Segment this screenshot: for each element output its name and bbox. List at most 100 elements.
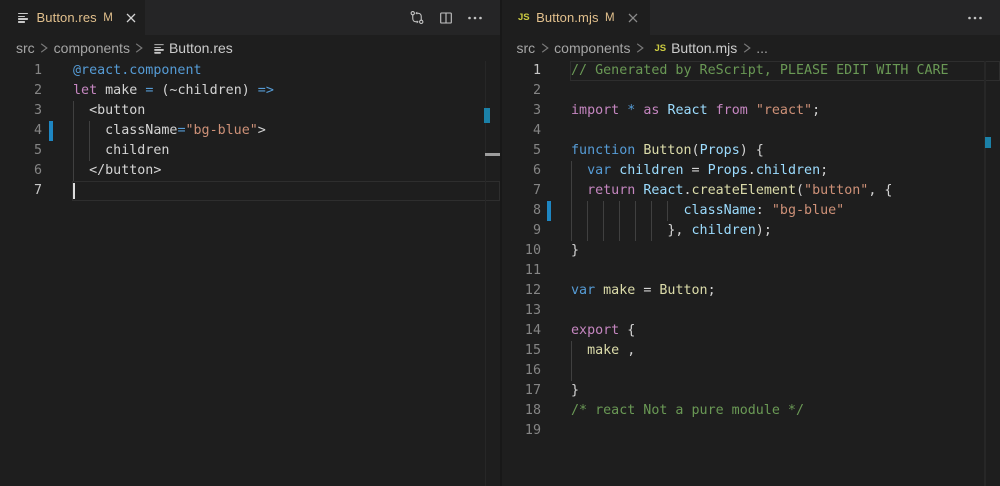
overview-modified-marker [484, 108, 490, 124]
code-line[interactable]: 3 import * as React from "react"; [501, 101, 1000, 121]
code-line[interactable]: 11 [501, 261, 1000, 281]
editor-left[interactable]: 1@react.component2let make = (~children)… [0, 61, 500, 486]
code-line[interactable]: 12var make = Button; [501, 281, 1000, 301]
js-icon: JS [654, 43, 666, 54]
breadcrumb-symbol-trail[interactable]: ... [756, 40, 768, 56]
line-number: 11 [501, 261, 541, 281]
line-number: 3 [501, 101, 541, 121]
line-number: 5 [501, 141, 541, 161]
code-line[interactable]: 5 children [0, 141, 500, 161]
line-number: 17 [501, 381, 541, 401]
line-number: 18 [501, 401, 541, 421]
code-text: children [73, 141, 169, 161]
js-icon: JS [518, 12, 530, 23]
editor-right[interactable]: 1// Generated by ReScript, PLEASE EDIT W… [501, 61, 1000, 486]
chevron-right-icon [739, 40, 755, 56]
editor-group-separator[interactable] [500, 0, 502, 486]
breadcrumbs-right: src components JS Button.mjs ... [517, 35, 768, 61]
code-text: @react.component [73, 61, 202, 81]
code-text: export { [571, 321, 635, 341]
code-text: } [571, 381, 579, 401]
line-number: 6 [501, 161, 541, 181]
more-actions-icon[interactable] [467, 10, 483, 26]
line-number: 1 [501, 61, 541, 81]
overview-modified-marker [985, 137, 991, 149]
code-line[interactable]: 2let make = (~children) => [0, 81, 500, 101]
overview-ruler[interactable] [485, 61, 487, 486]
code-text: } [571, 241, 579, 261]
code-text: let make = (~children) => [73, 81, 274, 101]
close-icon[interactable] [625, 10, 641, 26]
code-line[interactable]: 13 [501, 301, 1000, 321]
code-line[interactable]: 15 make , [501, 341, 1000, 361]
code-text: make , [571, 341, 635, 361]
code-text: <button [73, 101, 145, 121]
chevron-right-icon [131, 40, 147, 56]
breadcrumb-folder[interactable]: components [54, 40, 130, 56]
code-text: </button> [73, 161, 161, 181]
chevron-right-icon [632, 40, 648, 56]
tab-label: Button.res [37, 10, 97, 25]
code-line[interactable]: 19 [501, 421, 1000, 441]
modified-badge: M [103, 12, 113, 24]
code-text: }, children); [571, 221, 772, 241]
tab-actions-left [409, 0, 483, 35]
line-number: 10 [501, 241, 541, 261]
line-number: 19 [501, 421, 541, 441]
code-line[interactable]: 4 className="bg-blue"> [0, 121, 500, 141]
tab-button-mjs[interactable]: JS Button.mjs M [501, 0, 650, 35]
breadcrumb-file[interactable]: Button.mjs [671, 40, 737, 56]
modified-badge: M [605, 12, 615, 24]
line-number: 15 [501, 341, 541, 361]
line-number: 5 [0, 141, 42, 161]
tabbar-right: JS Button.mjs M [501, 0, 1000, 35]
code-line[interactable]: 5 function Button(Props) { [501, 141, 1000, 161]
line-number: 16 [501, 361, 541, 381]
close-icon[interactable] [123, 10, 139, 26]
editor-group-left: Button.res M [0, 0, 500, 486]
current-line-highlight [570, 61, 1000, 81]
tab-button-res[interactable]: Button.res M [0, 0, 145, 35]
code-text: import * as React from "react"; [571, 101, 820, 121]
code-line[interactable]: 2 [501, 81, 1000, 101]
breadcrumb-folder[interactable]: src [517, 40, 536, 56]
code-line[interactable]: 6 </button> [0, 161, 500, 181]
code-line[interactable]: 3 <button [0, 101, 500, 121]
overview-ruler[interactable] [984, 61, 986, 486]
code-line[interactable]: 1@react.component [0, 61, 500, 81]
line-number: 13 [501, 301, 541, 321]
line-number: 7 [501, 181, 541, 201]
breadcrumb-folder[interactable]: src [16, 40, 35, 56]
line-number: 9 [501, 221, 541, 241]
line-number: 12 [501, 281, 541, 301]
code-line[interactable]: 7 return React.createElement("button", { [501, 181, 1000, 201]
code-line[interactable]: 18 /* react Not a pure module */ [501, 401, 1000, 421]
line-number: 3 [0, 101, 42, 121]
line-number: 14 [501, 321, 541, 341]
chevron-right-icon [36, 40, 52, 56]
chevron-right-icon [537, 40, 553, 56]
code-line[interactable]: 16 [501, 361, 1000, 381]
open-changes-icon[interactable] [409, 10, 425, 26]
code-text: function Button(Props) { [571, 141, 764, 161]
tab-label: Button.mjs [536, 10, 598, 25]
code-text: return React.createElement("button", { [571, 181, 892, 201]
tabbar-left: Button.res M [0, 0, 500, 35]
breadcrumb-file[interactable]: Button.res [169, 40, 233, 56]
code-line[interactable]: 9 }, children); [501, 221, 1000, 241]
more-actions-icon[interactable] [967, 10, 983, 26]
line-number: 2 [501, 81, 541, 101]
line-number: 7 [0, 181, 42, 201]
code-line[interactable]: 17} [501, 381, 1000, 401]
code-line[interactable]: 10} [501, 241, 1000, 261]
code-line[interactable]: 8 className: "bg-blue" [501, 201, 1000, 221]
code-line[interactable]: 6 var children = Props.children; [501, 161, 1000, 181]
code-text: /* react Not a pure module */ [571, 401, 804, 421]
editor-group-right: JS Button.mjs M src components [501, 0, 1000, 486]
breadcrumb-folder[interactable]: components [554, 40, 630, 56]
split-editor-icon[interactable] [438, 10, 454, 26]
code-line[interactable]: 4 [501, 121, 1000, 141]
code-line[interactable]: 14 export { [501, 321, 1000, 341]
current-line-highlight [72, 181, 501, 201]
code-text: className: "bg-blue" [571, 201, 844, 221]
